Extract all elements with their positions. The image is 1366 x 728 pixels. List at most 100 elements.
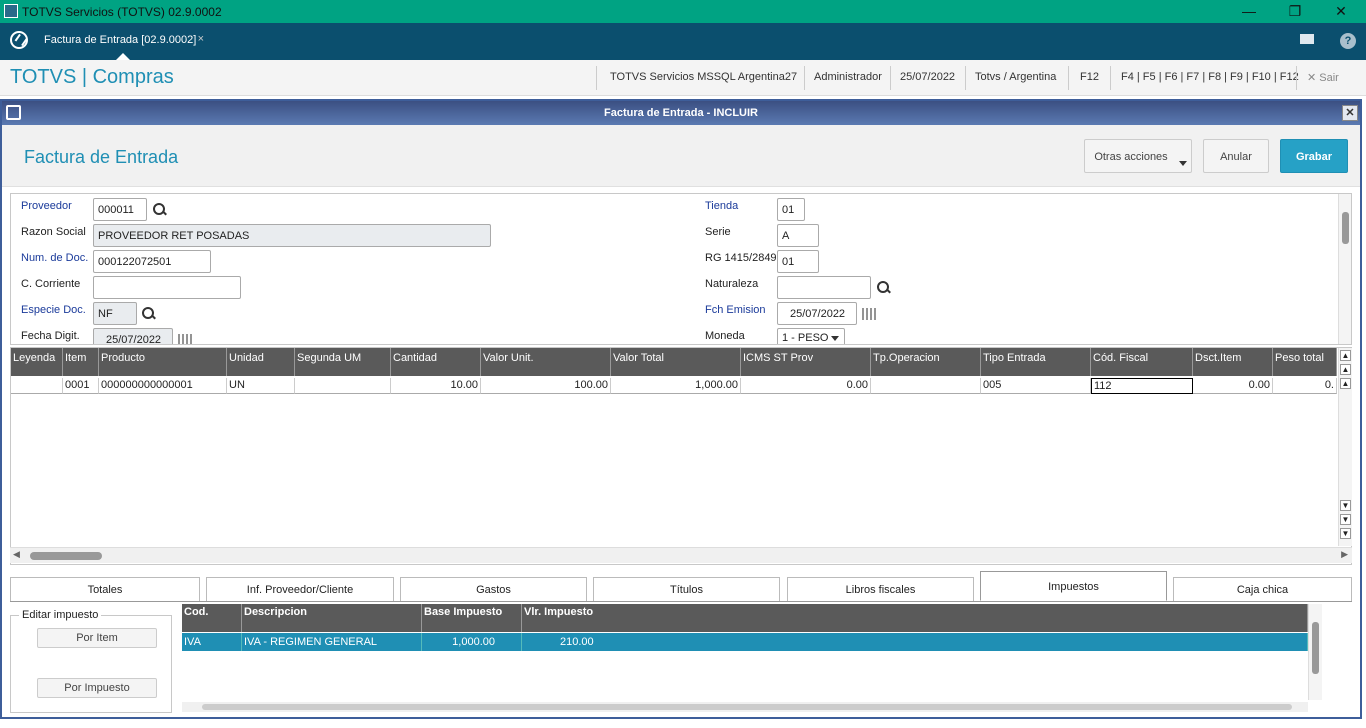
tab-totales[interactable]: Totales: [10, 577, 200, 601]
other-actions-button[interactable]: Otras acciones: [1084, 139, 1192, 173]
col-header[interactable]: Tipo Entrada: [981, 348, 1091, 376]
scroll-top-icon[interactable]: ▲: [1340, 350, 1351, 361]
tax-cell[interactable]: IVA: [182, 633, 242, 651]
calendar-icon[interactable]: [178, 334, 192, 344]
tax-cell[interactable]: 1,000.00: [422, 633, 522, 651]
by-tax-button[interactable]: Por Impuesto: [37, 678, 157, 698]
col-header[interactable]: Cantidad: [391, 348, 481, 376]
grid-cell[interactable]: 005: [981, 378, 1091, 394]
save-button[interactable]: Grabar: [1280, 139, 1348, 173]
scroll-pageup-icon[interactable]: ▲: [1340, 364, 1351, 375]
col-header[interactable]: Segunda UM: [295, 348, 391, 376]
exit-button[interactable]: ✕ Sair: [1307, 71, 1339, 84]
fecha-digit-label: Fecha Digit.: [21, 330, 80, 342]
col-header[interactable]: Base Impuesto: [422, 604, 522, 632]
tax-cell[interactable]: 210.00: [522, 633, 1308, 651]
grid-cell[interactable]: 0001: [63, 378, 99, 394]
scroll-pagedown-icon[interactable]: ▼: [1340, 514, 1351, 525]
col-header[interactable]: Item: [63, 348, 99, 376]
grid-hscrollbar[interactable]: ◀ ▶: [10, 547, 1352, 563]
col-header[interactable]: Tp.Operacion: [871, 348, 981, 376]
scroll-thumb[interactable]: [202, 704, 1292, 710]
tab-close-icon[interactable]: ×: [198, 33, 204, 45]
scroll-thumb[interactable]: [1342, 212, 1349, 244]
tab-factura-entrada[interactable]: Factura de Entrada [02.9.0002] ×: [36, 23, 208, 60]
col-header[interactable]: Leyenda: [11, 348, 63, 376]
moneda-select[interactable]: 1 - PESO: [777, 328, 845, 344]
col-header[interactable]: Vlr. Impuesto: [522, 604, 1308, 632]
grid-cell[interactable]: [871, 378, 981, 394]
scroll-down-icon[interactable]: ▼: [1340, 500, 1351, 511]
date-info[interactable]: 25/07/2022: [900, 71, 955, 83]
tab-gastos[interactable]: Gastos: [400, 577, 587, 601]
tab-libros-fiscales[interactable]: Libros fiscales: [787, 577, 974, 601]
scroll-thumb[interactable]: [30, 552, 102, 560]
tax-cell[interactable]: IVA - REGIMEN GENERAL: [242, 633, 422, 651]
grid-cell[interactable]: 1,000.00: [611, 378, 741, 394]
col-header[interactable]: Producto: [99, 348, 227, 376]
calendar-icon[interactable]: [862, 308, 876, 320]
tab-impuestos[interactable]: Impuestos: [980, 571, 1167, 601]
company-info[interactable]: Totvs / Argentina: [975, 71, 1056, 83]
window-title: TOTVS Servicios (TOTVS) 02.9.0002: [22, 5, 222, 19]
grid-cell-selected[interactable]: 112: [1091, 378, 1193, 394]
grid-cell[interactable]: 10.00: [391, 378, 481, 394]
col-header[interactable]: ICMS ST Prov: [741, 348, 871, 376]
scroll-bottom-icon[interactable]: ▼: [1340, 528, 1351, 539]
razon-social-field[interactable]: PROVEEDOR RET POSADAS: [93, 224, 491, 247]
col-header[interactable]: Unidad: [227, 348, 295, 376]
col-header[interactable]: Peso total: [1273, 348, 1337, 376]
col-header[interactable]: Cód. Fiscal: [1091, 348, 1193, 376]
tab-titulos[interactable]: Títulos: [593, 577, 780, 601]
search-icon[interactable]: [877, 281, 891, 295]
help-icon[interactable]: ?: [1340, 33, 1356, 49]
num-doc-field[interactable]: 000122072501: [93, 250, 211, 273]
grid-cell[interactable]: 0.: [1273, 378, 1337, 394]
search-icon[interactable]: [153, 203, 167, 217]
col-header[interactable]: Cod.: [182, 604, 242, 632]
minimize-button[interactable]: —: [1234, 2, 1264, 20]
tab-caja-chica[interactable]: Caja chica: [1173, 577, 1352, 601]
shortcut-keys[interactable]: F4 | F5 | F6 | F7 | F8 | F9 | F10 | F12: [1121, 71, 1299, 83]
col-header[interactable]: Valor Total: [611, 348, 741, 376]
grid-cell[interactable]: [295, 378, 391, 394]
grid-cell[interactable]: 000000000000001: [99, 378, 227, 394]
maximize-button[interactable]: ❐: [1280, 2, 1310, 20]
dialog-close-button[interactable]: ✕: [1342, 105, 1358, 121]
close-window-button[interactable]: ✕: [1326, 2, 1356, 20]
scroll-thumb[interactable]: [1312, 622, 1319, 674]
col-header[interactable]: Dsct.Item: [1193, 348, 1273, 376]
grid-cell[interactable]: 0.00: [741, 378, 871, 394]
mail-icon[interactable]: [1300, 34, 1314, 44]
fecha-digit-field[interactable]: 25/07/2022: [93, 328, 173, 344]
tax-vscrollbar[interactable]: [1308, 604, 1322, 700]
tienda-field[interactable]: 01: [777, 198, 805, 221]
grid-cell[interactable]: 100.00: [481, 378, 611, 394]
cancel-button[interactable]: Anular: [1203, 139, 1269, 173]
scroll-right-icon[interactable]: ▶: [1341, 549, 1348, 560]
grid-cell[interactable]: 0.00: [1193, 378, 1273, 394]
tax-hscrollbar[interactable]: [182, 702, 1308, 712]
proveedor-field[interactable]: 000011: [93, 198, 147, 221]
c-corriente-field[interactable]: [93, 276, 241, 299]
grid-cell[interactable]: UN: [227, 378, 295, 394]
col-header[interactable]: Valor Unit.: [481, 348, 611, 376]
scroll-left-icon[interactable]: ◀: [13, 549, 20, 560]
rg-field[interactable]: 01: [777, 250, 819, 273]
totvs-logo-icon[interactable]: [10, 31, 28, 49]
server-info[interactable]: TOTVS Servicios MSSQL Argentina27: [610, 71, 797, 83]
serie-field[interactable]: A: [777, 224, 819, 247]
form-scrollbar[interactable]: [1338, 194, 1351, 344]
naturaleza-field[interactable]: [777, 276, 871, 299]
fch-emision-field[interactable]: 25/07/2022: [777, 302, 857, 325]
by-item-button[interactable]: Por Item: [37, 628, 157, 648]
col-header[interactable]: Descripcion: [242, 604, 422, 632]
user-info[interactable]: Administrador: [814, 71, 882, 83]
scroll-up-icon[interactable]: ▲: [1340, 378, 1351, 389]
especie-doc-field[interactable]: NF: [93, 302, 137, 325]
tab-inf-proveedor[interactable]: Inf. Proveedor/Cliente: [206, 577, 394, 601]
search-icon[interactable]: [142, 307, 156, 321]
grid-scrollbar[interactable]: ▲ ▲ ▲ ▼ ▼ ▼: [1338, 348, 1352, 546]
f12-key[interactable]: F12: [1080, 71, 1099, 83]
grid-cell[interactable]: [11, 378, 63, 394]
